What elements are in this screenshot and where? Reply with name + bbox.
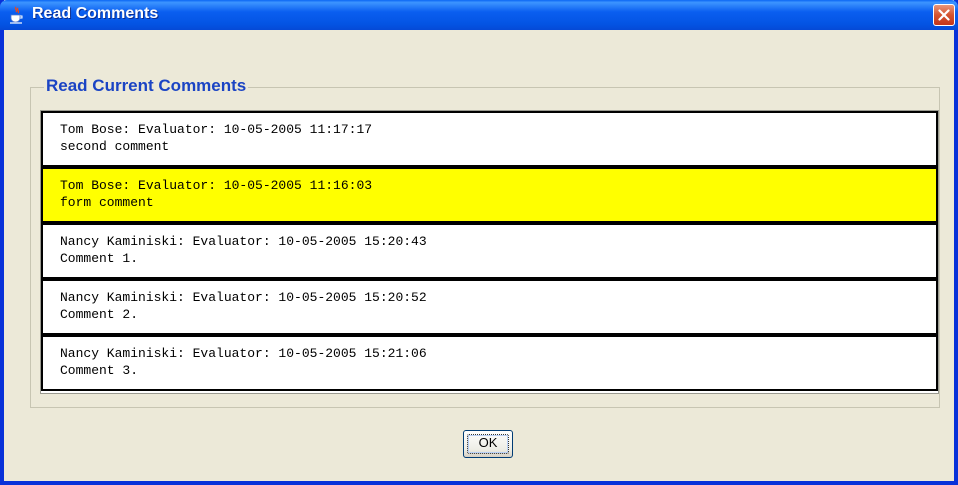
comment-text: second comment bbox=[60, 139, 170, 154]
comment-header: Tom Bose: Evaluator: 10-05-2005 11:16:03 bbox=[60, 178, 373, 193]
window-title: Read Comments bbox=[32, 5, 159, 22]
comment-text: Comment 3. bbox=[60, 363, 139, 378]
comment-header: Nancy Kaminiski: Evaluator: 10-05-2005 1… bbox=[60, 290, 427, 305]
comment-header: Nancy Kaminiski: Evaluator: 10-05-2005 1… bbox=[60, 346, 427, 361]
comment-item[interactable]: Nancy Kaminiski: Evaluator: 10-05-2005 1… bbox=[41, 279, 938, 335]
group-title: Read Current Comments bbox=[44, 76, 249, 96]
comment-text: Comment 2. bbox=[60, 307, 139, 322]
comment-text: Comment 1. bbox=[60, 251, 139, 266]
comment-header: Nancy Kaminiski: Evaluator: 10-05-2005 1… bbox=[60, 234, 427, 249]
comment-item-selected[interactable]: Tom Bose: Evaluator: 10-05-2005 11:16:03… bbox=[41, 167, 938, 223]
focus-ring bbox=[467, 434, 509, 454]
java-coffee-cup-icon bbox=[10, 6, 23, 24]
close-button[interactable] bbox=[933, 4, 955, 26]
comment-text: form comment bbox=[60, 195, 154, 210]
comment-item[interactable]: Tom Bose: Evaluator: 10-05-2005 11:17:17… bbox=[41, 111, 938, 167]
comment-item[interactable]: Nancy Kaminiski: Evaluator: 10-05-2005 1… bbox=[41, 223, 938, 279]
comments-list[interactable]: Tom Bose: Evaluator: 10-05-2005 11:17:17… bbox=[40, 110, 939, 394]
ok-button[interactable]: OK bbox=[463, 430, 513, 458]
read-comments-dialog: Read Comments Read Current Comments Tom … bbox=[0, 0, 958, 485]
comment-header: Tom Bose: Evaluator: 10-05-2005 11:17:17 bbox=[60, 122, 373, 137]
close-icon bbox=[938, 9, 950, 21]
title-bar[interactable]: Read Comments bbox=[0, 0, 958, 30]
comment-item[interactable]: Nancy Kaminiski: Evaluator: 10-05-2005 1… bbox=[41, 335, 938, 391]
